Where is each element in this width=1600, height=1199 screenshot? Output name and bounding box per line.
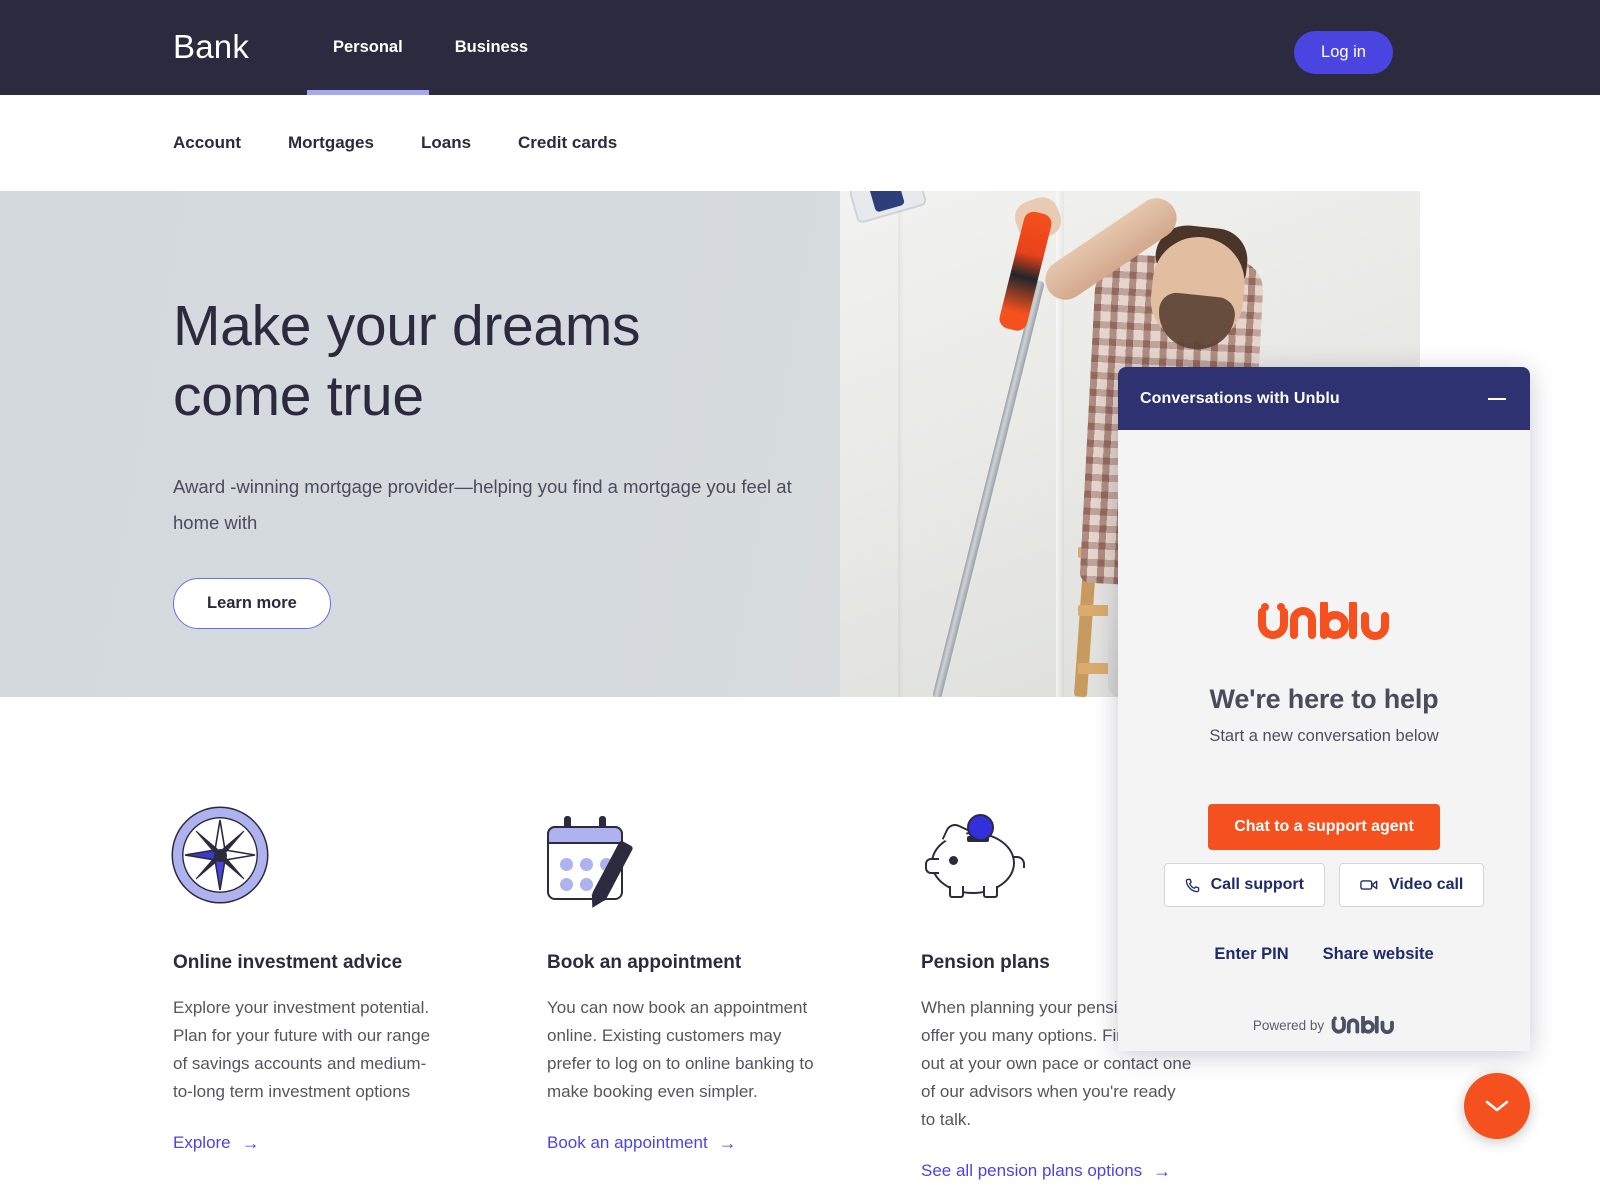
card-link-label: Book an appointment (547, 1133, 708, 1152)
learn-more-button[interactable]: Learn more (173, 578, 331, 629)
page-root: Bank Personal Business Log in Account Mo… (0, 0, 1600, 1199)
piggy-bank-icon (921, 812, 1025, 902)
calendar-dot (560, 878, 573, 891)
chat-widget-heading: We're here to help (1209, 684, 1439, 714)
piggy-leg (983, 886, 998, 898)
chat-widget-subheading: Start a new conversation below (1209, 727, 1439, 745)
piggy-snout (925, 858, 939, 874)
phone-icon (1185, 878, 1199, 892)
calendar-pen-icon (547, 816, 634, 902)
share-website-link[interactable]: Share website (1323, 945, 1434, 964)
hero-copy: Make your dreams come true Award -winnin… (173, 291, 833, 629)
powered-by-label: Powered by (1252, 1018, 1325, 1033)
nav-item-business-label: Business (454, 38, 529, 56)
minimize-icon[interactable] (1486, 388, 1508, 410)
piggy-eye (949, 856, 958, 865)
card-online-investment-advice: Online investment advice Explore your in… (173, 790, 445, 1181)
subnav-item-account[interactable]: Account (173, 133, 241, 153)
arrow-right-icon: → (718, 1133, 737, 1153)
card-link-label: Explore (173, 1133, 231, 1152)
card-icon-wrapper (173, 790, 445, 902)
video-camera-icon (1360, 880, 1378, 890)
call-support-label: Call support (1210, 876, 1304, 893)
chat-widget: Conversations with Unblu We're here to h… (1118, 367, 1530, 1051)
powered-by-footer: Powered by (1118, 1016, 1530, 1035)
video-call-button[interactable]: Video call (1338, 863, 1485, 907)
card-title: Book an appointment (547, 952, 742, 973)
card-text: You can now book an appointment online. … (547, 998, 814, 1101)
chat-toggle-fab[interactable] (1464, 1073, 1530, 1139)
chat-widget-body: We're here to help Start a new conversat… (1118, 430, 1530, 1051)
paint-roller-grip (997, 209, 1054, 333)
subnav-item-loans[interactable]: Loans (421, 133, 471, 153)
unblu-wordmark (1258, 602, 1389, 640)
call-support-button[interactable]: Call support (1163, 863, 1325, 907)
unblu-logo (1258, 602, 1390, 642)
primary-nav: Personal Business (307, 0, 554, 95)
card-link-book-an-appointment[interactable]: Book an appointment → (547, 1133, 737, 1153)
chat-widget-link-row: Enter PIN Share website (1214, 945, 1433, 964)
video-call-label: Video call (1388, 876, 1464, 893)
card-link-pension-plans[interactable]: See all pension plans options → (921, 1161, 1171, 1181)
nav-item-personal-label: Personal (333, 38, 403, 56)
hero-subtitle: Award -winning mortgage provider—helping… (173, 476, 792, 533)
calendar-dot (560, 858, 573, 871)
arrow-right-icon: → (1153, 1161, 1172, 1181)
card-title: Online investment advice (173, 952, 403, 973)
paint-roller-pole (932, 279, 1045, 697)
chat-to-support-agent-button[interactable]: Chat to a support agent (1208, 804, 1440, 850)
hero-title-line-1: Make your dreams (173, 294, 641, 358)
login-button[interactable]: Log in (1294, 31, 1393, 74)
hero-title-line-2: come true (173, 364, 424, 428)
brand-logo[interactable]: Bank (173, 28, 249, 66)
arrow-right-icon: → (241, 1133, 260, 1153)
card-link-explore[interactable]: Explore → (173, 1133, 260, 1153)
chat-widget-title: Conversations with Unblu (1140, 389, 1340, 407)
calendar-dot (580, 878, 593, 891)
top-header-bar: Bank Personal Business Log in (0, 0, 1600, 95)
subnav-item-mortgages[interactable]: Mortgages (288, 133, 374, 153)
wall-seam-left (898, 191, 904, 697)
chat-widget-button-row: Call support Video call (1163, 863, 1485, 907)
chevron-down-icon (1485, 1100, 1509, 1112)
nav-item-personal[interactable]: Personal (307, 0, 429, 95)
compass-hub (213, 848, 227, 862)
compass-icon (173, 808, 267, 902)
calendar-dot (580, 858, 593, 871)
calendar-header-band (547, 826, 623, 844)
powered-by-unblu-logo (1331, 1016, 1395, 1034)
card-text: Explore your investment potential. Plan … (173, 998, 431, 1101)
enter-pin-link[interactable]: Enter PIN (1214, 945, 1288, 964)
subnav-item-credit-cards[interactable]: Credit cards (518, 133, 617, 153)
card-book-an-appointment: Book an appointment You can now book an … (547, 790, 819, 1181)
secondary-nav: Account Mortgages Loans Credit cards (0, 95, 1600, 191)
piggy-leg (949, 886, 964, 898)
nav-item-business[interactable]: Business (429, 0, 554, 95)
card-link-label: See all pension plans options (921, 1161, 1143, 1180)
coin-icon (967, 814, 994, 841)
chat-widget-header: Conversations with Unblu (1118, 367, 1530, 430)
card-icon-wrapper (547, 790, 819, 902)
hero-title: Make your dreams come true (173, 291, 833, 431)
